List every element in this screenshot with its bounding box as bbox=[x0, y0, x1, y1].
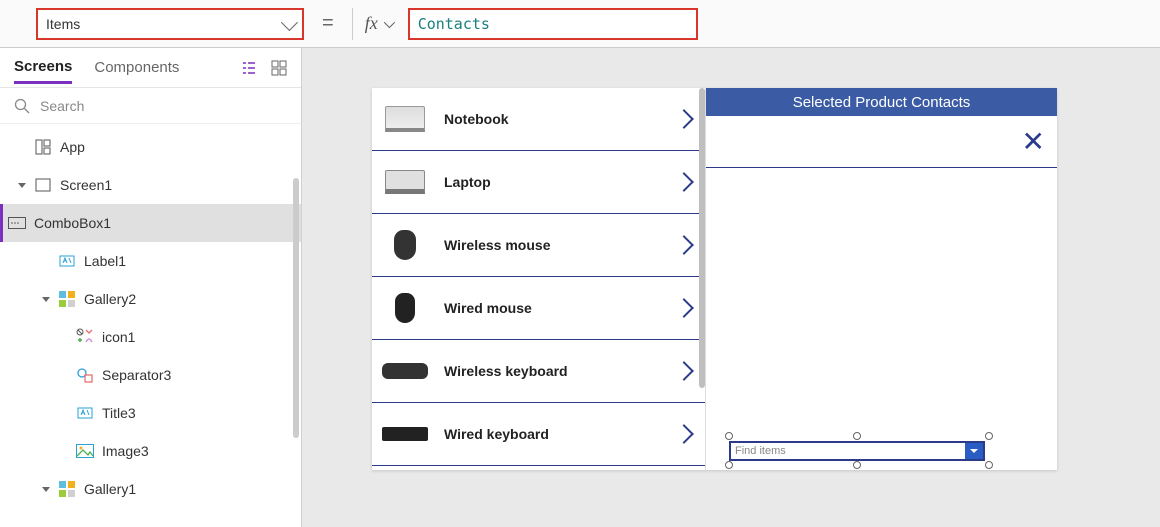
tree-label: ComboBox1 bbox=[34, 215, 111, 231]
tree-label: Gallery2 bbox=[84, 291, 136, 307]
chevron-right-icon[interactable] bbox=[674, 298, 694, 318]
gallery-icon bbox=[58, 290, 76, 308]
tree-label: Gallery1 bbox=[84, 481, 136, 497]
tree-item-label1[interactable]: Label1 bbox=[0, 242, 301, 280]
tree-item-image3[interactable]: Image3 bbox=[0, 432, 301, 470]
separator-icon bbox=[76, 366, 94, 384]
search-placeholder: Search bbox=[40, 98, 84, 114]
combobox-input[interactable]: Find items bbox=[729, 441, 985, 461]
app-canvas: Notebook Laptop Wireless mouse Wired mouse W… bbox=[372, 88, 1057, 470]
tree-view-panel: Screens Components Search App bbox=[0, 48, 302, 527]
fx-button[interactable]: fx bbox=[352, 8, 392, 40]
label-icon bbox=[58, 252, 76, 270]
product-thumbnail bbox=[380, 416, 430, 452]
chevron-down-icon bbox=[281, 14, 298, 31]
gallery-scrollbar-track[interactable] bbox=[699, 88, 705, 470]
product-label: Laptop bbox=[444, 174, 663, 190]
product-thumbnail bbox=[380, 290, 430, 326]
tree-label: Image3 bbox=[102, 443, 149, 459]
product-label: Notebook bbox=[444, 111, 663, 127]
resize-handle[interactable] bbox=[985, 461, 993, 469]
tree-label: Separator3 bbox=[102, 367, 171, 383]
chevron-right-icon[interactable] bbox=[674, 109, 694, 129]
resize-handle[interactable] bbox=[725, 461, 733, 469]
tree-view: App Screen1 ComboBox1 Label1 Gallery2 bbox=[0, 124, 301, 527]
gallery-item[interactable]: Laptop bbox=[372, 151, 705, 214]
equals-sign: = bbox=[310, 12, 346, 35]
search-icon bbox=[14, 98, 30, 114]
formula-bar: Items = fx Contacts bbox=[0, 0, 1160, 48]
tree-search[interactable]: Search bbox=[0, 88, 301, 124]
resize-handle[interactable] bbox=[853, 432, 861, 440]
tree-label: App bbox=[60, 139, 85, 155]
list-view-icon[interactable] bbox=[241, 60, 257, 76]
product-thumbnail bbox=[380, 353, 430, 389]
gallery-item[interactable]: Notebook bbox=[372, 88, 705, 151]
tree-item-combobox1[interactable]: ComboBox1 bbox=[0, 204, 301, 242]
fx-label: fx bbox=[365, 13, 378, 34]
gallery-scrollbar-thumb[interactable] bbox=[699, 88, 705, 388]
caret-icon bbox=[42, 297, 50, 302]
product-label: Wireless keyboard bbox=[444, 363, 663, 379]
tree-item-screen1[interactable]: Screen1 bbox=[0, 166, 301, 204]
screen-icon bbox=[34, 176, 52, 194]
tab-components[interactable]: Components bbox=[94, 59, 179, 76]
formula-input[interactable]: Contacts bbox=[408, 8, 698, 40]
combobox-dropdown-button[interactable] bbox=[965, 443, 983, 459]
tree-label: Screen1 bbox=[60, 177, 112, 193]
caret-icon bbox=[18, 183, 26, 188]
product-label: Wired mouse bbox=[444, 300, 663, 316]
close-icon[interactable]: ✕ bbox=[1022, 128, 1045, 156]
product-label: Wired keyboard bbox=[444, 426, 663, 442]
gallery-item[interactable]: Wired keyboard bbox=[372, 403, 705, 466]
tree-item-gallery1[interactable]: Gallery1 bbox=[0, 470, 301, 508]
tab-screens[interactable]: Screens bbox=[14, 58, 72, 84]
tree-label: icon1 bbox=[102, 329, 135, 345]
product-gallery[interactable]: Notebook Laptop Wireless mouse Wired mouse W… bbox=[372, 88, 706, 470]
tree-scrollbar[interactable] bbox=[293, 178, 299, 438]
grid-view-icon[interactable] bbox=[271, 60, 287, 76]
tree-item-title3[interactable]: Title3 bbox=[0, 394, 301, 432]
formula-text: Contacts bbox=[418, 15, 490, 33]
header-title: Selected Product Contacts bbox=[793, 94, 971, 111]
canvas-area: Notebook Laptop Wireless mouse Wired mouse W… bbox=[302, 48, 1160, 527]
chevron-right-icon[interactable] bbox=[674, 235, 694, 255]
image-icon bbox=[76, 442, 94, 460]
gallery-item[interactable]: Wireless mouse bbox=[372, 214, 705, 277]
product-thumbnail bbox=[380, 227, 430, 263]
resize-handle[interactable] bbox=[985, 432, 993, 440]
chevron-right-icon[interactable] bbox=[674, 172, 694, 192]
property-name: Items bbox=[46, 16, 80, 32]
caret-icon bbox=[42, 487, 50, 492]
chevron-right-icon[interactable] bbox=[674, 361, 694, 381]
gallery-icon bbox=[58, 480, 76, 498]
combobox-icon bbox=[8, 214, 26, 232]
product-label: Wireless mouse bbox=[444, 237, 663, 253]
app-icon bbox=[34, 138, 52, 156]
tree-item-gallery2[interactable]: Gallery2 bbox=[0, 280, 301, 318]
resize-handle[interactable] bbox=[725, 432, 733, 440]
product-thumbnail bbox=[380, 164, 430, 200]
label-icon bbox=[76, 404, 94, 422]
tree-item-separator3[interactable]: Separator3 bbox=[0, 356, 301, 394]
combobox-selection[interactable]: Find items bbox=[719, 436, 997, 466]
resize-handle[interactable] bbox=[853, 461, 861, 469]
combobox-placeholder: Find items bbox=[735, 445, 786, 457]
tree-item-icon1[interactable]: icon1 bbox=[0, 318, 301, 356]
chevron-right-icon[interactable] bbox=[674, 424, 694, 444]
tree-item-app[interactable]: App bbox=[0, 128, 301, 166]
property-dropdown[interactable]: Items bbox=[36, 8, 304, 40]
tree-label: Title3 bbox=[102, 405, 136, 421]
gallery-item[interactable]: Wired mouse bbox=[372, 277, 705, 340]
gallery-item[interactable]: Wireless keyboard bbox=[372, 340, 705, 403]
chevron-down-icon bbox=[383, 16, 394, 27]
contacts-header: Selected Product Contacts bbox=[706, 88, 1057, 116]
product-thumbnail bbox=[380, 101, 430, 137]
tree-label: Label1 bbox=[84, 253, 126, 269]
icon-group-icon bbox=[76, 328, 94, 346]
